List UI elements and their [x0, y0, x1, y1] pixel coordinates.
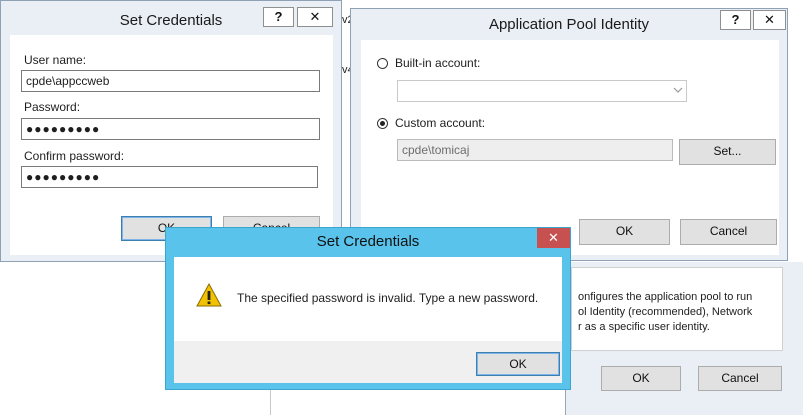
description-line: ol Identity (recommended), Network	[578, 306, 753, 318]
confirm-password-label: Confirm password:	[24, 149, 125, 163]
error-dialog: Set Credentials ✕ The specified password…	[165, 227, 571, 390]
advanced-cancel-button[interactable]: Cancel	[698, 366, 782, 391]
help-button[interactable]: ?	[720, 10, 751, 30]
description-box: onfigures the application pool to run ol…	[571, 267, 783, 351]
close-button[interactable]: ✕	[753, 10, 786, 30]
button-panel: OK	[174, 341, 562, 383]
advanced-ok-button[interactable]: OK	[601, 366, 681, 391]
confirm-password-input[interactable]: ●●●●●●●●●	[21, 166, 318, 188]
advanced-settings-window: onfigures the application pool to run ol…	[565, 262, 803, 415]
builtin-account-radio[interactable]	[377, 58, 388, 69]
message-panel: The specified password is invalid. Type …	[174, 257, 562, 341]
error-message: The specified password is invalid. Type …	[237, 291, 539, 305]
username-input[interactable]: cpde\appccweb	[21, 70, 320, 92]
custom-account-label: Custom account:	[395, 116, 486, 130]
help-button[interactable]: ?	[263, 7, 294, 27]
close-button[interactable]: ✕	[537, 228, 570, 248]
app-pool-identity-dialog: Application Pool Identity ? ✕ Built-in a…	[350, 8, 788, 261]
set-credentials-dialog: Set Credentials ? ✕ User name: cpde\appc…	[0, 0, 342, 262]
form-panel: User name: cpde\appccweb Password: ●●●●●…	[10, 35, 333, 255]
description-line: onfigures the application pool to run	[578, 291, 753, 303]
username-label: User name:	[24, 53, 87, 67]
password-label: Password:	[24, 100, 81, 114]
ok-button[interactable]: OK	[476, 352, 560, 376]
chevron-down-icon	[673, 84, 683, 96]
description-line: r as a specific user identity.	[578, 321, 710, 333]
set-account-button[interactable]: Set...	[679, 139, 776, 165]
dialog-title: Set Credentials	[316, 233, 420, 250]
ok-button[interactable]: OK	[579, 219, 670, 245]
password-input[interactable]: ●●●●●●●●●	[21, 118, 320, 140]
custom-account-input: cpde\tomicaj	[397, 139, 673, 161]
builtin-account-label: Built-in account:	[395, 56, 481, 70]
builtin-account-select[interactable]	[397, 80, 687, 102]
custom-account-radio[interactable]	[377, 118, 388, 129]
cancel-button[interactable]: Cancel	[680, 219, 777, 245]
warning-icon	[196, 282, 222, 307]
close-button[interactable]: ✕	[297, 7, 333, 27]
